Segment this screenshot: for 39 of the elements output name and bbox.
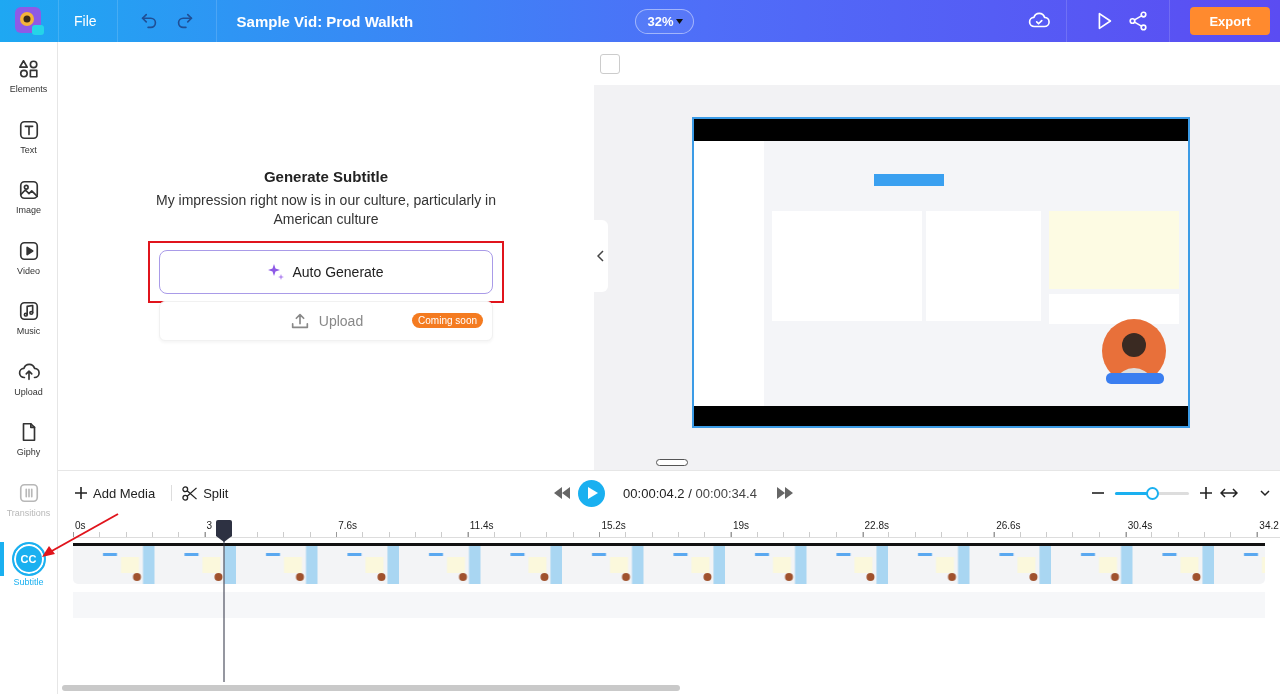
zoom-dropdown[interactable]: 32% (634, 8, 694, 34)
collapse-handle[interactable] (594, 220, 608, 292)
text-icon (17, 118, 40, 141)
sidebar-item[interactable]: Music (0, 300, 57, 361)
panel-title: Generate Subtitle (263, 168, 389, 185)
transitions-icon (17, 481, 40, 504)
playhead[interactable] (216, 520, 232, 682)
scissors-icon (182, 485, 198, 501)
shapes-icon (17, 58, 40, 80)
caret-icon (675, 18, 683, 24)
split-button[interactable]: Split (182, 485, 235, 501)
plus-icon (75, 487, 87, 499)
auto-generate-button[interactable]: Auto Generate (159, 250, 493, 294)
rewind-icon[interactable] (554, 487, 571, 499)
sparkle-icon (268, 264, 285, 280)
sidebar-item[interactable]: Video (0, 239, 57, 300)
playback-time: 00:00:04.2 / 00:00:34.4 (623, 485, 757, 501)
sidebar-item[interactable]: Upload (0, 360, 57, 421)
scrollbar[interactable] (62, 685, 680, 691)
sidebar-item[interactable]: Image (0, 179, 57, 240)
fast-forward-icon[interactable] (776, 487, 793, 499)
resize-handle[interactable] (656, 459, 688, 466)
plus-icon[interactable] (1200, 487, 1212, 499)
share-icon[interactable] (1127, 10, 1149, 32)
sidebar-item[interactable]: Giphy (0, 421, 57, 482)
sidebar-item[interactable]: Elements (0, 58, 57, 119)
sidebar-item[interactable]: Text (0, 118, 57, 179)
image-icon (17, 179, 40, 201)
video-icon (17, 239, 40, 262)
subtitle-text: My impression right now is in our culture, particularly in American culture (155, 191, 497, 229)
logo-icon (12, 4, 46, 38)
music-icon (17, 300, 40, 322)
fit-width-icon[interactable] (1220, 487, 1238, 499)
play-icon (585, 487, 598, 499)
add-media-button[interactable]: Add Media (75, 485, 162, 501)
coming-soon-badge: Coming soon (412, 313, 483, 328)
cc-icon: CC (11, 542, 46, 576)
checkbox[interactable] (600, 53, 620, 74)
time-label: 34.2 (1257, 520, 1279, 537)
